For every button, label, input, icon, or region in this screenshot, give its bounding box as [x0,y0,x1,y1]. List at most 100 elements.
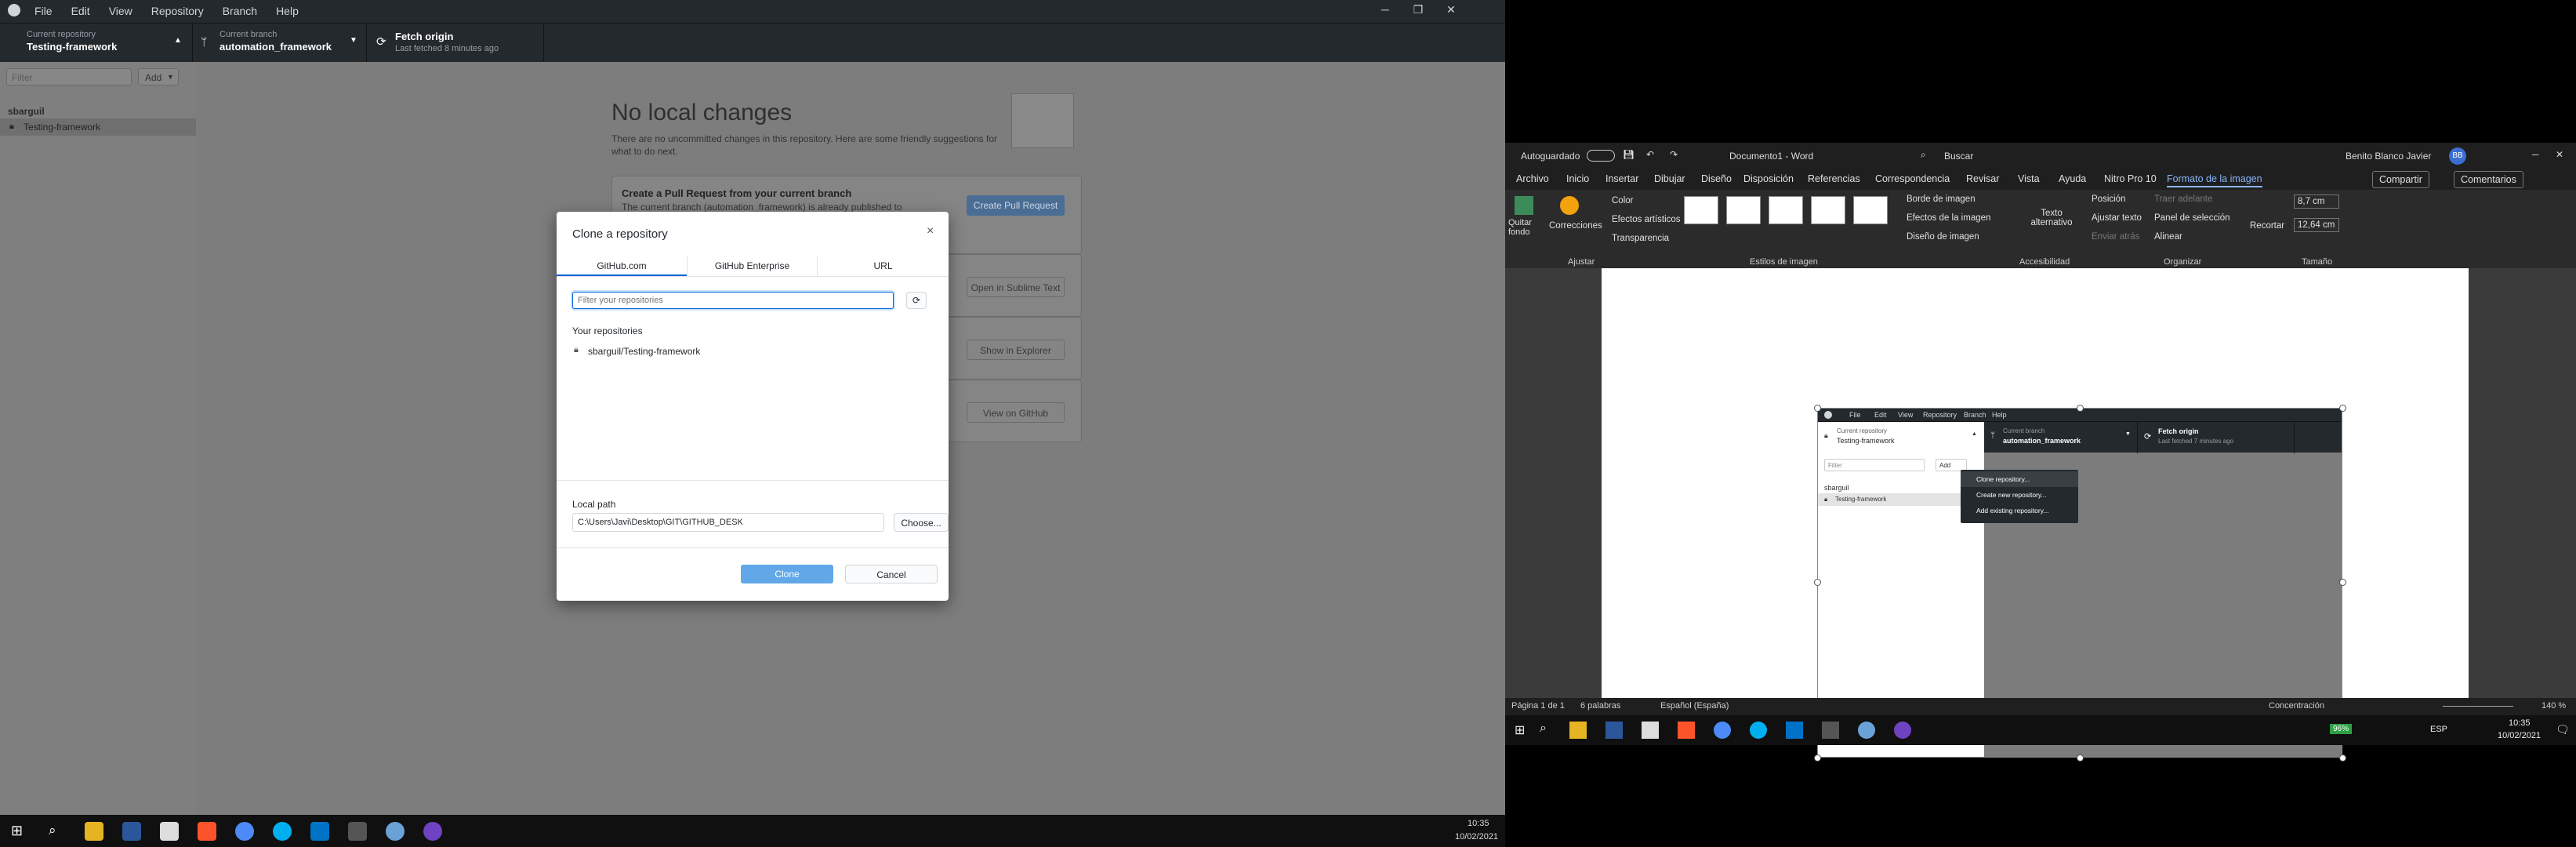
close-icon[interactable]: ✕ [1439,3,1463,16]
search-icon[interactable]: ⌕ [1540,722,1547,736]
minimize-icon[interactable]: ─ [1373,3,1397,16]
notification-app-icon[interactable] [1858,722,1875,739]
tab-archivo[interactable]: Archivo [1516,173,1549,184]
tab-github-com[interactable]: GitHub.com [557,256,687,276]
spreadsheet-app-icon[interactable] [160,822,179,841]
current-branch-button[interactable]: ᛘ Current branch automation_framework ▼ [193,24,367,63]
tab-github-enterprise[interactable]: GitHub Enterprise [687,256,817,276]
ajustar-texto-button[interactable]: Ajustar texto [2092,213,2142,223]
enviar-atras-button[interactable]: Enviar atrás [2092,232,2139,242]
resize-handle[interactable] [2339,405,2346,412]
zoom-level[interactable]: 140 % [2542,701,2566,711]
tab-correspondencia[interactable]: Correspondencia [1875,173,1950,184]
github-desktop-icon[interactable] [1894,722,1911,739]
brave-browser-icon[interactable] [1678,722,1695,739]
resize-handle[interactable] [1814,405,1821,412]
word-icon[interactable] [1605,722,1623,739]
picture-style-4[interactable] [1811,196,1845,224]
open-editor-button[interactable]: Open in Sublime Text [967,277,1065,297]
view-github-button[interactable]: View on GitHub [967,402,1065,423]
app-icon[interactable] [348,822,367,841]
battery-indicator[interactable]: 96% [2330,724,2353,734]
autosave-toggle[interactable] [1587,150,1615,162]
brave-browser-icon[interactable] [198,822,216,841]
file-explorer-icon[interactable] [85,822,103,841]
resize-handle[interactable] [1814,754,1821,762]
tab-disposicion[interactable]: Disposición [1743,173,1794,184]
word-icon[interactable] [122,822,141,841]
show-explorer-button[interactable]: Show in Explorer [967,340,1065,360]
height-input[interactable]: 8,7 cm [2294,194,2339,209]
alinear-button[interactable]: Alinear [2154,232,2182,242]
tab-dibujar[interactable]: Dibujar [1654,173,1685,184]
choose-button[interactable]: Choose... [894,513,949,532]
resize-handle[interactable] [2077,405,2084,412]
user-avatar[interactable]: BB [2449,147,2466,165]
focus-mode-button[interactable]: Concentración [2269,701,2324,711]
minimize-icon[interactable]: ─ [2532,149,2539,160]
comments-button[interactable]: Comentarios [2454,171,2523,188]
document-page[interactable]: File Edit View Repository Branch Help 🔒︎… [1602,268,2469,762]
tab-ayuda[interactable]: Ayuda [2059,173,2086,184]
app-icon[interactable] [1822,722,1839,739]
word-count[interactable]: 6 palabras [1580,701,1620,711]
tab-inicio[interactable]: Inicio [1566,173,1589,184]
tab-vista[interactable]: Vista [2018,173,2040,184]
share-button[interactable]: Compartir [2372,171,2429,188]
diseno-imagen-button[interactable]: Diseño de imagen [1907,232,1979,242]
recortar-button[interactable]: Recortar [2250,221,2284,231]
posicion-button[interactable]: Posición [2092,194,2125,204]
picture-style-1[interactable] [1684,196,1718,224]
borde-imagen-button[interactable]: Borde de imagen [1907,194,1976,204]
resize-handle[interactable] [2339,754,2346,762]
create-pr-button[interactable]: Create Pull Request [967,195,1065,216]
picture-style-3[interactable] [1769,196,1803,224]
cancel-button[interactable]: Cancel [845,565,938,583]
resize-handle[interactable] [2077,754,2084,762]
tab-referencias[interactable]: Referencias [1808,173,1860,184]
github-desktop-icon[interactable] [423,822,442,841]
skype-icon[interactable] [1750,722,1767,739]
windows-start-icon[interactable]: ⊞ [11,823,23,839]
efectos-imagen-button[interactable]: Efectos de la imagen [1907,213,1990,223]
close-icon[interactable]: ✕ [2556,149,2563,160]
quitar-fondo-button[interactable]: Quitar fondo [1508,218,1546,237]
save-icon[interactable]: 💾︎ [1623,149,1634,160]
file-explorer-icon[interactable] [1569,722,1587,739]
tab-url[interactable]: URL [817,256,949,276]
current-repository-button[interactable]: Current repository Testing-framework ▲ [0,24,193,63]
efectos-artisticos-button[interactable]: Efectos artísticos [1612,215,1681,224]
close-icon[interactable]: × [927,224,934,238]
tab-revisar[interactable]: Revisar [1966,173,1999,184]
page-count[interactable]: Página 1 de 1 [1511,701,1565,711]
resize-handle[interactable] [1814,579,1821,586]
menu-repository[interactable]: Repository [151,5,204,17]
menu-branch[interactable]: Branch [223,5,257,17]
tab-insertar[interactable]: Insertar [1605,173,1638,184]
refresh-button[interactable]: ⟳ [906,292,927,309]
width-input[interactable]: 12,64 cm [2294,218,2339,232]
language-indicator[interactable]: ESP [2430,725,2447,734]
zoom-slider[interactable] [2443,706,2513,707]
menu-view[interactable]: View [109,5,132,17]
maximize-icon[interactable]: ❐ [1406,3,1430,16]
local-path-input[interactable]: C:\Users\Javi\Desktop\GIT\GITHUB_DESK [572,513,884,532]
repo-list-item[interactable]: 🔒︎ Testing-framework [0,118,196,136]
search-box[interactable]: Buscar [1944,151,1973,162]
repository-list-item[interactable]: 🔒︎ sbarguil/Testing-framework [572,344,807,359]
chrome-icon[interactable] [1714,722,1731,739]
skype-icon[interactable] [273,822,292,841]
search-icon[interactable]: ⌕ [49,823,56,838]
add-button[interactable]: Add ▼ [138,68,179,85]
undo-icon[interactable]: ↶ [1646,149,1654,160]
redo-icon[interactable]: ↷ [1670,149,1678,160]
spreadsheet-app-icon[interactable] [1642,722,1659,739]
picture-style-5[interactable] [1853,196,1888,224]
outlook-icon[interactable] [1786,722,1803,739]
panel-seleccion-button[interactable]: Panel de selección [2154,213,2230,223]
menu-help[interactable]: Help [276,5,299,17]
filter-repositories-input[interactable] [572,292,894,309]
language-indicator[interactable]: Español (España) [1660,701,1729,711]
tab-nitro[interactable]: Nitro Pro 10 [2104,173,2157,184]
outlook-icon[interactable] [310,822,329,841]
